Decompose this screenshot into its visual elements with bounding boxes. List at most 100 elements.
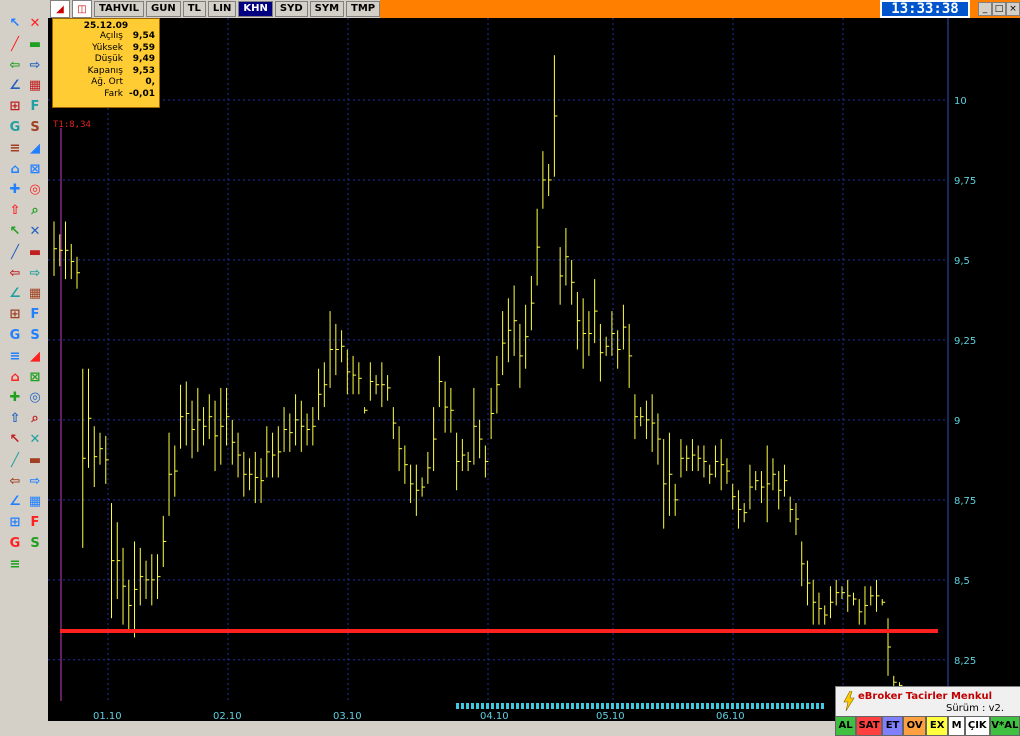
text-tool-icon[interactable]: ⊞ xyxy=(7,307,23,323)
cross-tool-icon[interactable]: S xyxy=(27,536,43,552)
gann-tool-icon[interactable]: ⇨ xyxy=(27,474,43,490)
info-date: 25.12.09 xyxy=(83,21,129,31)
info-value: 9,49 xyxy=(132,54,155,64)
cross-tool-icon[interactable]: ✕ xyxy=(27,16,43,32)
y-tick-label: 8,25 xyxy=(954,656,976,667)
loading-progress-bar xyxy=(456,703,826,709)
line-tool-icon[interactable]: ≡ xyxy=(7,141,23,157)
fibonacci-tool-icon[interactable]: ∠ xyxy=(7,286,23,302)
tab-tl[interactable]: TL xyxy=(182,1,206,17)
order-button-m[interactable]: M xyxy=(948,716,965,736)
zoom-tool-icon[interactable]: ⌕ xyxy=(27,411,43,427)
close-button[interactable]: × xyxy=(1006,2,1020,16)
order-button-ex[interactable]: EX xyxy=(926,716,949,736)
text-tool-icon[interactable]: ⇧ xyxy=(7,411,23,427)
pointer-tool-icon[interactable]: ↖ xyxy=(7,432,23,448)
pointer-tool-icon[interactable]: G xyxy=(7,328,23,344)
line-tool-icon[interactable]: ╱ xyxy=(7,245,23,261)
line-tool-icon[interactable]: ╱ xyxy=(7,37,23,53)
eraser-tool-icon[interactable]: ▬ xyxy=(27,37,43,53)
chart-type-icon[interactable]: ◢ xyxy=(50,0,70,18)
pointer-tool-icon[interactable]: ↖ xyxy=(7,16,23,32)
period-tab-bar: ◢ ◫ TAHVIL GUN TL LIN KHN SYD SYM TMP xyxy=(48,0,381,18)
info-value: 9,59 xyxy=(132,42,155,53)
text-tool-icon[interactable]: ⇧ xyxy=(7,203,23,219)
tab-tahvil[interactable]: TAHVIL xyxy=(94,1,144,17)
fibonacci-tool-icon[interactable]: ✚ xyxy=(7,390,23,406)
info-value: 9,53 xyxy=(132,65,155,76)
tab-tmp[interactable]: TMP xyxy=(346,1,381,17)
maximize-button[interactable]: □ xyxy=(992,2,1006,16)
channel-tool-icon[interactable]: ▦ xyxy=(27,286,43,302)
tab-syd[interactable]: SYD xyxy=(274,1,308,17)
status-strip xyxy=(48,721,835,736)
eraser-tool-icon[interactable]: ▬ xyxy=(27,453,43,469)
info-label: Yüksek xyxy=(92,42,123,53)
info-row: Açılış 9,54 xyxy=(53,31,159,43)
y-tick-label: 10 xyxy=(954,96,967,107)
clock-display: 13:33:38 xyxy=(880,0,970,18)
order-button-ov[interactable]: OV xyxy=(903,716,927,736)
minimize-button[interactable]: _ xyxy=(978,2,992,16)
chart-settings-icon[interactable]: ◫ xyxy=(72,0,92,18)
arrow-tool-icon[interactable]: ⇦ xyxy=(7,266,23,282)
chart-canvas: 10 9,75 9,5 9,25 9 8,75 8,5 8,25 xyxy=(48,18,976,701)
cross-tool-icon[interactable]: ✕ xyxy=(27,432,43,448)
y-tick-label: 9,25 xyxy=(954,336,976,347)
fibonacci-tool-icon[interactable]: ∠ xyxy=(7,78,23,94)
tab-sym[interactable]: SYM xyxy=(309,1,345,17)
trendline-label: T1:8,34 xyxy=(53,120,91,130)
gann-tool-icon[interactable]: ⇨ xyxy=(27,266,43,282)
line-tool-icon[interactable]: ≡ xyxy=(7,349,23,365)
pointer-tool-icon[interactable]: G xyxy=(7,120,23,136)
arrow-tool-icon[interactable]: ⇦ xyxy=(7,58,23,74)
eraser-tool-icon[interactable]: ◢ xyxy=(27,349,43,365)
cross-tool-icon[interactable]: ✕ xyxy=(27,224,43,240)
gann-tool-icon[interactable]: ⊠ xyxy=(27,370,43,386)
line-tool-icon[interactable]: ≡ xyxy=(7,557,23,573)
y-tick-label: 9,5 xyxy=(954,256,970,267)
channel-tool-icon[interactable]: ◎ xyxy=(27,182,43,198)
order-button-et[interactable]: ET xyxy=(881,716,904,736)
zoom-tool-icon[interactable]: F xyxy=(27,99,43,115)
arrow-tool-icon[interactable]: ⌂ xyxy=(7,162,23,178)
price-chart[interactable]: 10 9,75 9,5 9,25 9 8,75 8,5 8,25 xyxy=(48,18,1020,701)
zoom-tool-icon[interactable]: F xyxy=(27,515,43,531)
gann-tool-icon[interactable]: ⊠ xyxy=(27,162,43,178)
info-label: Ağ. Ort xyxy=(91,77,123,87)
channel-tool-icon[interactable]: ▦ xyxy=(27,78,43,94)
ohlc-info-box: 25.12.09 Açılış 9,54 Yüksek 9,59 Düşük 9,49 Ka… xyxy=(52,18,160,108)
channel-tool-icon[interactable]: ◎ xyxy=(27,390,43,406)
tab-gun[interactable]: GUN xyxy=(146,1,181,17)
fibonacci-tool-icon[interactable]: ∠ xyxy=(7,494,23,510)
tab-khn[interactable]: KHN xyxy=(238,1,273,17)
text-tool-icon[interactable]: ⊞ xyxy=(7,515,23,531)
tab-lin[interactable]: LIN xyxy=(207,1,237,17)
text-tool-icon[interactable]: ⊞ xyxy=(7,99,23,115)
gann-tool-icon[interactable]: ⇨ xyxy=(27,58,43,74)
line-tool-icon[interactable]: ╱ xyxy=(7,453,23,469)
arrow-tool-icon[interactable]: ⇦ xyxy=(7,474,23,490)
zoom-tool-icon[interactable]: ⌕ xyxy=(27,203,43,219)
y-tick-label: 8,75 xyxy=(954,496,976,507)
cross-tool-icon[interactable]: S xyxy=(27,120,43,136)
brand-panel: eBroker Tacirler Menkul Sürüm : v2. xyxy=(835,686,1020,718)
order-button-cik[interactable]: ÇIK xyxy=(964,716,990,736)
arrow-tool-icon[interactable]: ⌂ xyxy=(7,370,23,386)
order-button-sat[interactable]: SAT xyxy=(856,716,882,736)
order-button-val[interactable]: V*AL xyxy=(989,716,1020,736)
channel-tool-icon[interactable]: ▦ xyxy=(27,494,43,510)
cross-tool-icon[interactable]: S xyxy=(27,328,43,344)
eraser-tool-icon[interactable]: ◢ xyxy=(27,141,43,157)
brand-version: Sürüm : v2. xyxy=(946,703,1005,714)
pointer-tool-icon[interactable]: G xyxy=(7,536,23,552)
eraser-tool-icon[interactable]: ▬ xyxy=(27,245,43,261)
info-label: Düşük xyxy=(94,54,123,64)
order-button-al[interactable]: AL xyxy=(835,716,857,736)
fibonacci-tool-icon[interactable]: ✚ xyxy=(7,182,23,198)
pointer-tool-icon[interactable]: ↖ xyxy=(7,224,23,240)
info-row: Kapanış 9,53 xyxy=(53,66,159,78)
info-row: Düşük 9,49 xyxy=(53,54,159,66)
zoom-tool-icon[interactable]: F xyxy=(27,307,43,323)
info-label: Açılış xyxy=(99,31,123,41)
